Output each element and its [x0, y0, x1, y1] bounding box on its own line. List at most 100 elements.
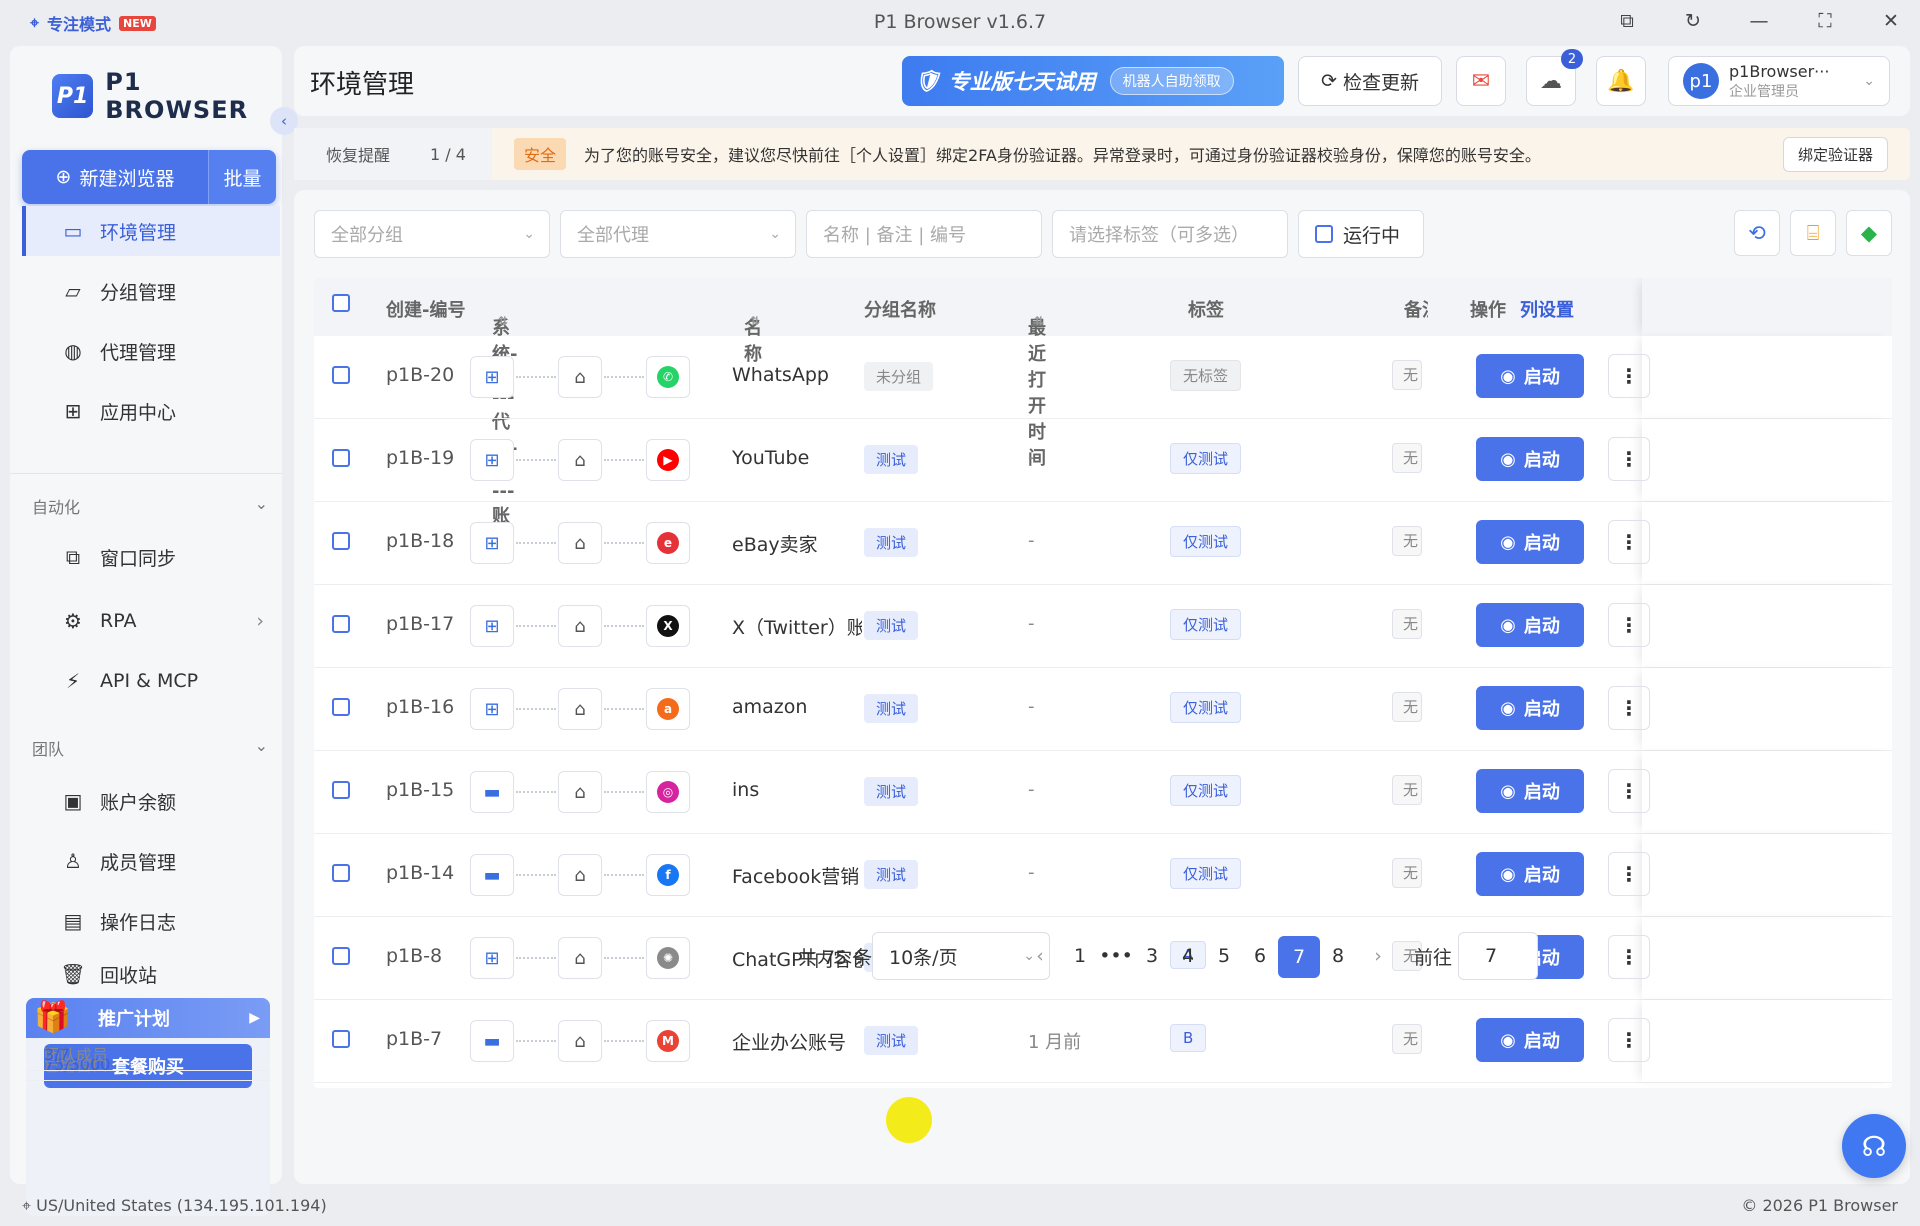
- trial-claim-pill[interactable]: 机器人自助领取: [1109, 67, 1234, 95]
- more-options-button[interactable]: ⋮: [1608, 686, 1650, 730]
- more-options-button[interactable]: ⋮: [1608, 354, 1650, 398]
- sidebar-item-groups[interactable]: ▱ 分组管理: [22, 266, 280, 316]
- row-checkbox[interactable]: [332, 532, 350, 550]
- sidebar-item-api[interactable]: ⚡ API & MCP: [22, 656, 280, 706]
- pip-icon[interactable]: ⧉: [1616, 8, 1638, 34]
- download-button[interactable]: ☁ 2: [1526, 49, 1583, 106]
- proxy-icon[interactable]: ⌂: [558, 688, 602, 730]
- sidebar-item-window-sync[interactable]: ⧉ 窗口同步: [22, 532, 280, 582]
- gmail-icon[interactable]: M: [646, 1020, 690, 1062]
- page-3[interactable]: 3: [1134, 932, 1170, 980]
- mail-button[interactable]: ✉: [1456, 56, 1506, 106]
- bind-authenticator-button[interactable]: 绑定验证器: [1782, 136, 1888, 172]
- page-4[interactable]: 4: [1170, 932, 1206, 980]
- whatsapp-icon[interactable]: ✆: [646, 356, 690, 398]
- new-browser-button[interactable]: ⊕ 新建浏览器: [22, 150, 208, 204]
- trial-banner[interactable]: 🛡 专业版七天试用 机器人自助领取: [902, 56, 1284, 106]
- start-button[interactable]: ◉启动: [1476, 520, 1584, 564]
- group-filter-select[interactable]: 全部分组 ⌄: [314, 210, 550, 258]
- promo-header[interactable]: 🎁 推广计划 ▶: [26, 998, 270, 1038]
- proxy-icon[interactable]: ⌂: [558, 356, 602, 398]
- start-button[interactable]: ◉启动: [1476, 852, 1584, 896]
- page-7-current[interactable]: 7: [1278, 936, 1320, 978]
- windows-os-icon[interactable]: ⊞: [470, 605, 514, 647]
- maximize-icon[interactable]: ⛶: [1814, 8, 1836, 34]
- start-button[interactable]: ◉启动: [1476, 603, 1584, 647]
- sync-button[interactable]: ⟲: [1734, 210, 1780, 256]
- proxy-icon[interactable]: ⌂: [558, 771, 602, 813]
- minimize-icon[interactable]: —: [1748, 8, 1770, 34]
- x-twitter-icon[interactable]: X: [646, 605, 690, 647]
- tags-select[interactable]: 请选择标签（可多选）: [1052, 210, 1288, 258]
- windows-os-icon[interactable]: ⊞: [470, 522, 514, 564]
- facebook-icon[interactable]: f: [646, 854, 690, 896]
- section-automation[interactable]: 自动化 ⌄: [32, 494, 268, 518]
- tag-button[interactable]: ◆: [1846, 210, 1892, 256]
- mac-os-icon[interactable]: ▬: [470, 1020, 514, 1062]
- row-checkbox[interactable]: [332, 781, 350, 799]
- mac-os-icon[interactable]: ▬: [470, 854, 514, 896]
- sidebar-item-apps[interactable]: ⊞ 应用中心: [22, 386, 280, 436]
- ebay-icon[interactable]: e: [646, 522, 690, 564]
- row-checkbox[interactable]: [332, 1030, 350, 1048]
- proxy-icon[interactable]: ⌂: [558, 1020, 602, 1062]
- search-input[interactable]: 名称 | 备注 | 编号: [806, 210, 1042, 258]
- row-checkbox[interactable]: [332, 864, 350, 882]
- notification-button[interactable]: 🔔: [1596, 56, 1646, 106]
- gift-button[interactable]: ⌸: [1790, 210, 1836, 256]
- windows-os-icon[interactable]: ⊞: [470, 688, 514, 730]
- more-options-button[interactable]: ⋮: [1608, 769, 1650, 813]
- more-options-button[interactable]: ⋮: [1608, 603, 1650, 647]
- proxy-icon[interactable]: ⌂: [558, 522, 602, 564]
- support-chat-button[interactable]: ☊: [1842, 1114, 1906, 1178]
- prev-page-button[interactable]: ‹: [1022, 932, 1058, 980]
- windows-os-icon[interactable]: ⊞: [470, 356, 514, 398]
- start-button[interactable]: ◉启动: [1476, 354, 1584, 398]
- sidebar-item-proxies[interactable]: ◍ 代理管理: [22, 326, 280, 376]
- row-checkbox[interactable]: [332, 615, 350, 633]
- sidebar-item-trash[interactable]: 🗑 回收站: [22, 954, 280, 994]
- select-all-checkbox[interactable]: [332, 294, 350, 312]
- start-button[interactable]: ◉启动: [1476, 686, 1584, 730]
- start-button[interactable]: ◉启动: [1476, 1018, 1584, 1062]
- page-5[interactable]: 5: [1206, 932, 1242, 980]
- next-page-button[interactable]: ›: [1360, 932, 1396, 980]
- row-checkbox[interactable]: [332, 366, 350, 384]
- sidebar-item-rpa[interactable]: ⚙ RPA ›: [22, 596, 280, 646]
- running-filter-checkbox[interactable]: 运行中: [1298, 210, 1424, 258]
- notice-pager[interactable]: 1 / 4: [430, 145, 466, 164]
- proxy-filter-select[interactable]: 全部代理 ⌄: [560, 210, 796, 258]
- close-icon[interactable]: ✕: [1880, 8, 1902, 34]
- section-team[interactable]: 团队 ⌄: [32, 736, 268, 760]
- youtube-icon[interactable]: ▶: [646, 439, 690, 481]
- start-button[interactable]: ◉启动: [1476, 769, 1584, 813]
- more-options-button[interactable]: ⋮: [1608, 1018, 1650, 1062]
- page-1[interactable]: 1: [1062, 932, 1098, 980]
- start-button[interactable]: ◉启动: [1476, 437, 1584, 481]
- instagram-icon[interactable]: ◎: [646, 771, 690, 813]
- sidebar-item-members[interactable]: ♙ 成员管理: [22, 836, 280, 886]
- sidebar-item-logs[interactable]: ▤ 操作日志: [22, 896, 280, 946]
- page-6[interactable]: 6: [1242, 932, 1278, 980]
- more-options-button[interactable]: ⋮: [1608, 520, 1650, 564]
- page-ellipsis[interactable]: •••: [1098, 932, 1134, 980]
- windows-os-icon[interactable]: ⊞: [470, 439, 514, 481]
- proxy-icon[interactable]: ⌂: [558, 605, 602, 647]
- row-checkbox[interactable]: [332, 449, 350, 467]
- more-options-button[interactable]: ⋮: [1608, 437, 1650, 481]
- proxy-icon[interactable]: ⌂: [558, 854, 602, 896]
- more-options-button[interactable]: ⋮: [1608, 852, 1650, 896]
- batch-button[interactable]: 批量: [208, 150, 276, 204]
- page-8[interactable]: 8: [1320, 932, 1356, 980]
- user-menu[interactable]: p1 p1Browser··· 企业管理员 ⌄: [1668, 56, 1890, 106]
- mac-os-icon[interactable]: ▬: [470, 771, 514, 813]
- goto-page-input[interactable]: 7: [1458, 932, 1538, 980]
- sidebar-item-balance[interactable]: ▣ 账户余额: [22, 776, 280, 826]
- refresh-icon[interactable]: ↻: [1682, 8, 1704, 34]
- row-checkbox[interactable]: [332, 698, 350, 716]
- sidebar-item-env[interactable]: ▭ 环境管理: [22, 206, 280, 256]
- amazon-icon[interactable]: a: [646, 688, 690, 730]
- check-update-button[interactable]: ⟳ 检查更新: [1298, 56, 1442, 106]
- column-settings-link[interactable]: 列设置: [1520, 296, 1574, 322]
- proxy-icon[interactable]: ⌂: [558, 439, 602, 481]
